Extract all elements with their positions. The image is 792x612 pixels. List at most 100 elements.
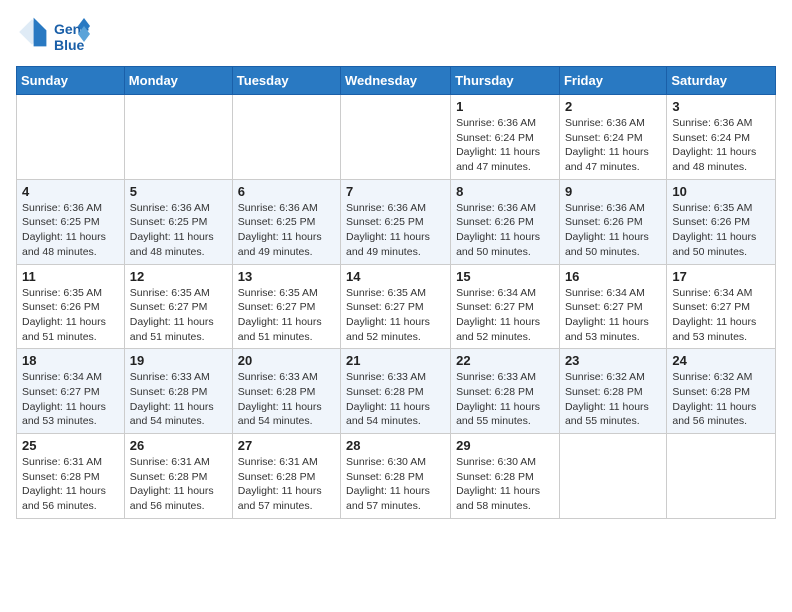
calendar-table: SundayMondayTuesdayWednesdayThursdayFrid… [16, 66, 776, 519]
day-number: 20 [238, 353, 335, 368]
calendar-cell: 8 Sunrise: 6:36 AMSunset: 6:26 PMDaylight… [451, 179, 560, 264]
day-info: Sunrise: 6:36 AMSunset: 6:25 PMDaylight:… [238, 201, 335, 260]
day-number: 12 [130, 269, 227, 284]
calendar-cell: 9 Sunrise: 6:36 AMSunset: 6:26 PMDaylight… [559, 179, 666, 264]
day-number: 22 [456, 353, 554, 368]
calendar-cell: 17 Sunrise: 6:34 AMSunset: 6:27 PMDayligh… [667, 264, 776, 349]
calendar-cell: 16 Sunrise: 6:34 AMSunset: 6:27 PMDayligh… [559, 264, 666, 349]
calendar-cell: 3 Sunrise: 6:36 AMSunset: 6:24 PMDaylight… [667, 95, 776, 180]
day-info: Sunrise: 6:31 AMSunset: 6:28 PMDaylight:… [238, 455, 335, 514]
day-info: Sunrise: 6:36 AMSunset: 6:25 PMDaylight:… [130, 201, 227, 260]
day-info: Sunrise: 6:36 AMSunset: 6:26 PMDaylight:… [565, 201, 661, 260]
day-number: 3 [672, 99, 770, 114]
calendar-cell [667, 434, 776, 519]
calendar-cell: 4Sunrise: 6:36 AMSunset: 6:25 PMDaylight… [17, 179, 125, 264]
calendar-day-header: Friday [559, 67, 666, 95]
calendar-cell: 14 Sunrise: 6:35 AMSunset: 6:27 PMDayligh… [341, 264, 451, 349]
day-number: 21 [346, 353, 445, 368]
day-info: Sunrise: 6:35 AMSunset: 6:27 PMDaylight:… [346, 286, 445, 345]
day-info: Sunrise: 6:34 AMSunset: 6:27 PMDaylight:… [565, 286, 661, 345]
calendar-cell: 5 Sunrise: 6:36 AMSunset: 6:25 PMDaylight… [124, 179, 232, 264]
day-number: 28 [346, 438, 445, 453]
day-number: 2 [565, 99, 661, 114]
day-info: Sunrise: 6:36 AMSunset: 6:24 PMDaylight:… [672, 116, 770, 175]
calendar-week-row: 11 Sunrise: 6:35 AMSunset: 6:26 PMDayligh… [17, 264, 776, 349]
calendar-cell: 25 Sunrise: 6:31 AMSunset: 6:28 PMDayligh… [17, 434, 125, 519]
calendar-cell: 27 Sunrise: 6:31 AMSunset: 6:28 PMDayligh… [232, 434, 340, 519]
day-number: 17 [672, 269, 770, 284]
day-info: Sunrise: 6:31 AMSunset: 6:28 PMDaylight:… [130, 455, 227, 514]
day-info: Sunrise: 6:33 AMSunset: 6:28 PMDaylight:… [238, 370, 335, 429]
calendar-cell [341, 95, 451, 180]
day-number: 15 [456, 269, 554, 284]
day-info: Sunrise: 6:34 AMSunset: 6:27 PMDaylight:… [456, 286, 554, 345]
logo-icon [16, 16, 48, 48]
day-info: Sunrise: 6:33 AMSunset: 6:28 PMDaylight:… [346, 370, 445, 429]
day-number: 5 [130, 184, 227, 199]
day-info: Sunrise: 6:36 AMSunset: 6:26 PMDaylight:… [456, 201, 554, 260]
day-info: Sunrise: 6:30 AMSunset: 6:28 PMDaylight:… [346, 455, 445, 514]
day-info: Sunrise: 6:32 AMSunset: 6:28 PMDaylight:… [565, 370, 661, 429]
day-number: 24 [672, 353, 770, 368]
calendar-cell: 6 Sunrise: 6:36 AMSunset: 6:25 PMDaylight… [232, 179, 340, 264]
day-info: Sunrise: 6:33 AMSunset: 6:28 PMDaylight:… [456, 370, 554, 429]
day-info: Sunrise: 6:35 AMSunset: 6:26 PMDaylight:… [22, 286, 119, 345]
day-number: 14 [346, 269, 445, 284]
calendar-week-row: 25 Sunrise: 6:31 AMSunset: 6:28 PMDayligh… [17, 434, 776, 519]
day-number: 16 [565, 269, 661, 284]
day-number: 26 [130, 438, 227, 453]
calendar-day-header: Sunday [17, 67, 125, 95]
svg-text:Blue: Blue [54, 37, 85, 53]
day-number: 9 [565, 184, 661, 199]
calendar-week-row: 4 Sunrise: 6:36 AMSunset: 6:25 PMDaylight… [17, 179, 776, 264]
day-info: Sunrise: 6:31 AMSunset: 6:28 PMDaylight:… [22, 455, 119, 514]
day-number: 6 [238, 184, 335, 199]
day-info: Sunrise: 6:35 AMSunset: 6:27 PMDaylight:… [238, 286, 335, 345]
calendar-cell: 20 Sunrise: 6:33 AMSunset: 6:28 PMDayligh… [232, 349, 340, 434]
calendar-cell: 7 Sunrise: 6:36 AMSunset: 6:25 PMDaylight… [341, 179, 451, 264]
day-number: 13 [238, 269, 335, 284]
calendar-cell: 2 Sunrise: 6:36 AMSunset: 6:24 PMDaylight… [559, 95, 666, 180]
day-info: Sunrise: 6:35 AMSunset: 6:26 PMDaylight:… [672, 201, 770, 260]
day-info: Sunrise: 6:34 AMSunset: 6:27 PMDaylight:… [22, 370, 119, 429]
day-info: Sunrise: 6:36 AMSunset: 6:24 PMDaylight:… [565, 116, 661, 175]
logo: General Blue [16, 16, 90, 54]
calendar-day-header: Thursday [451, 67, 560, 95]
page-header: General Blue [16, 16, 776, 54]
day-number: 1 [456, 99, 554, 114]
day-info: Sunrise: 6:36 AMSunset: 6:24 PMDaylight:… [456, 116, 554, 175]
calendar-cell: 24Sunrise: 6:32 AMSunset: 6:28 PMDayligh… [667, 349, 776, 434]
calendar-cell: 15 Sunrise: 6:34 AMSunset: 6:27 PMDayligh… [451, 264, 560, 349]
day-info: Sunrise: 6:36 AMSunset: 6:25 PMDaylight:… [346, 201, 445, 260]
calendar-cell: 22 Sunrise: 6:33 AMSunset: 6:28 PMDayligh… [451, 349, 560, 434]
day-info: Sunrise: 6:34 AMSunset: 6:27 PMDaylight:… [672, 286, 770, 345]
calendar-cell: 10 Sunrise: 6:35 AMSunset: 6:26 PMDayligh… [667, 179, 776, 264]
calendar-cell: 19 Sunrise: 6:33 AMSunset: 6:28 PMDayligh… [124, 349, 232, 434]
day-number: 18 [22, 353, 119, 368]
calendar-cell: 26 Sunrise: 6:31 AMSunset: 6:28 PMDayligh… [124, 434, 232, 519]
day-number: 10 [672, 184, 770, 199]
calendar-cell [17, 95, 125, 180]
day-number: 8 [456, 184, 554, 199]
calendar-day-header: Tuesday [232, 67, 340, 95]
day-number: 19 [130, 353, 227, 368]
calendar-day-header: Wednesday [341, 67, 451, 95]
day-number: 4 [22, 184, 119, 199]
calendar-cell: 18 Sunrise: 6:34 AMSunset: 6:27 PMDayligh… [17, 349, 125, 434]
calendar-cell: 12Sunrise: 6:35 AMSunset: 6:27 PMDayligh… [124, 264, 232, 349]
day-number: 11 [22, 269, 119, 284]
calendar-week-row: 18 Sunrise: 6:34 AMSunset: 6:27 PMDayligh… [17, 349, 776, 434]
day-number: 29 [456, 438, 554, 453]
calendar-cell: 29Sunrise: 6:30 AMSunset: 6:28 PMDayligh… [451, 434, 560, 519]
day-number: 25 [22, 438, 119, 453]
calendar-cell: 11 Sunrise: 6:35 AMSunset: 6:26 PMDayligh… [17, 264, 125, 349]
day-number: 27 [238, 438, 335, 453]
calendar-cell: 1 Sunrise: 6:36 AMSunset: 6:24 PMDaylight… [451, 95, 560, 180]
day-number: 7 [346, 184, 445, 199]
calendar-cell [559, 434, 666, 519]
calendar-header-row: SundayMondayTuesdayWednesdayThursdayFrid… [17, 67, 776, 95]
calendar-cell: 13 Sunrise: 6:35 AMSunset: 6:27 PMDayligh… [232, 264, 340, 349]
day-number: 23 [565, 353, 661, 368]
day-info: Sunrise: 6:33 AMSunset: 6:28 PMDaylight:… [130, 370, 227, 429]
logo-graphic: General Blue [52, 16, 90, 54]
